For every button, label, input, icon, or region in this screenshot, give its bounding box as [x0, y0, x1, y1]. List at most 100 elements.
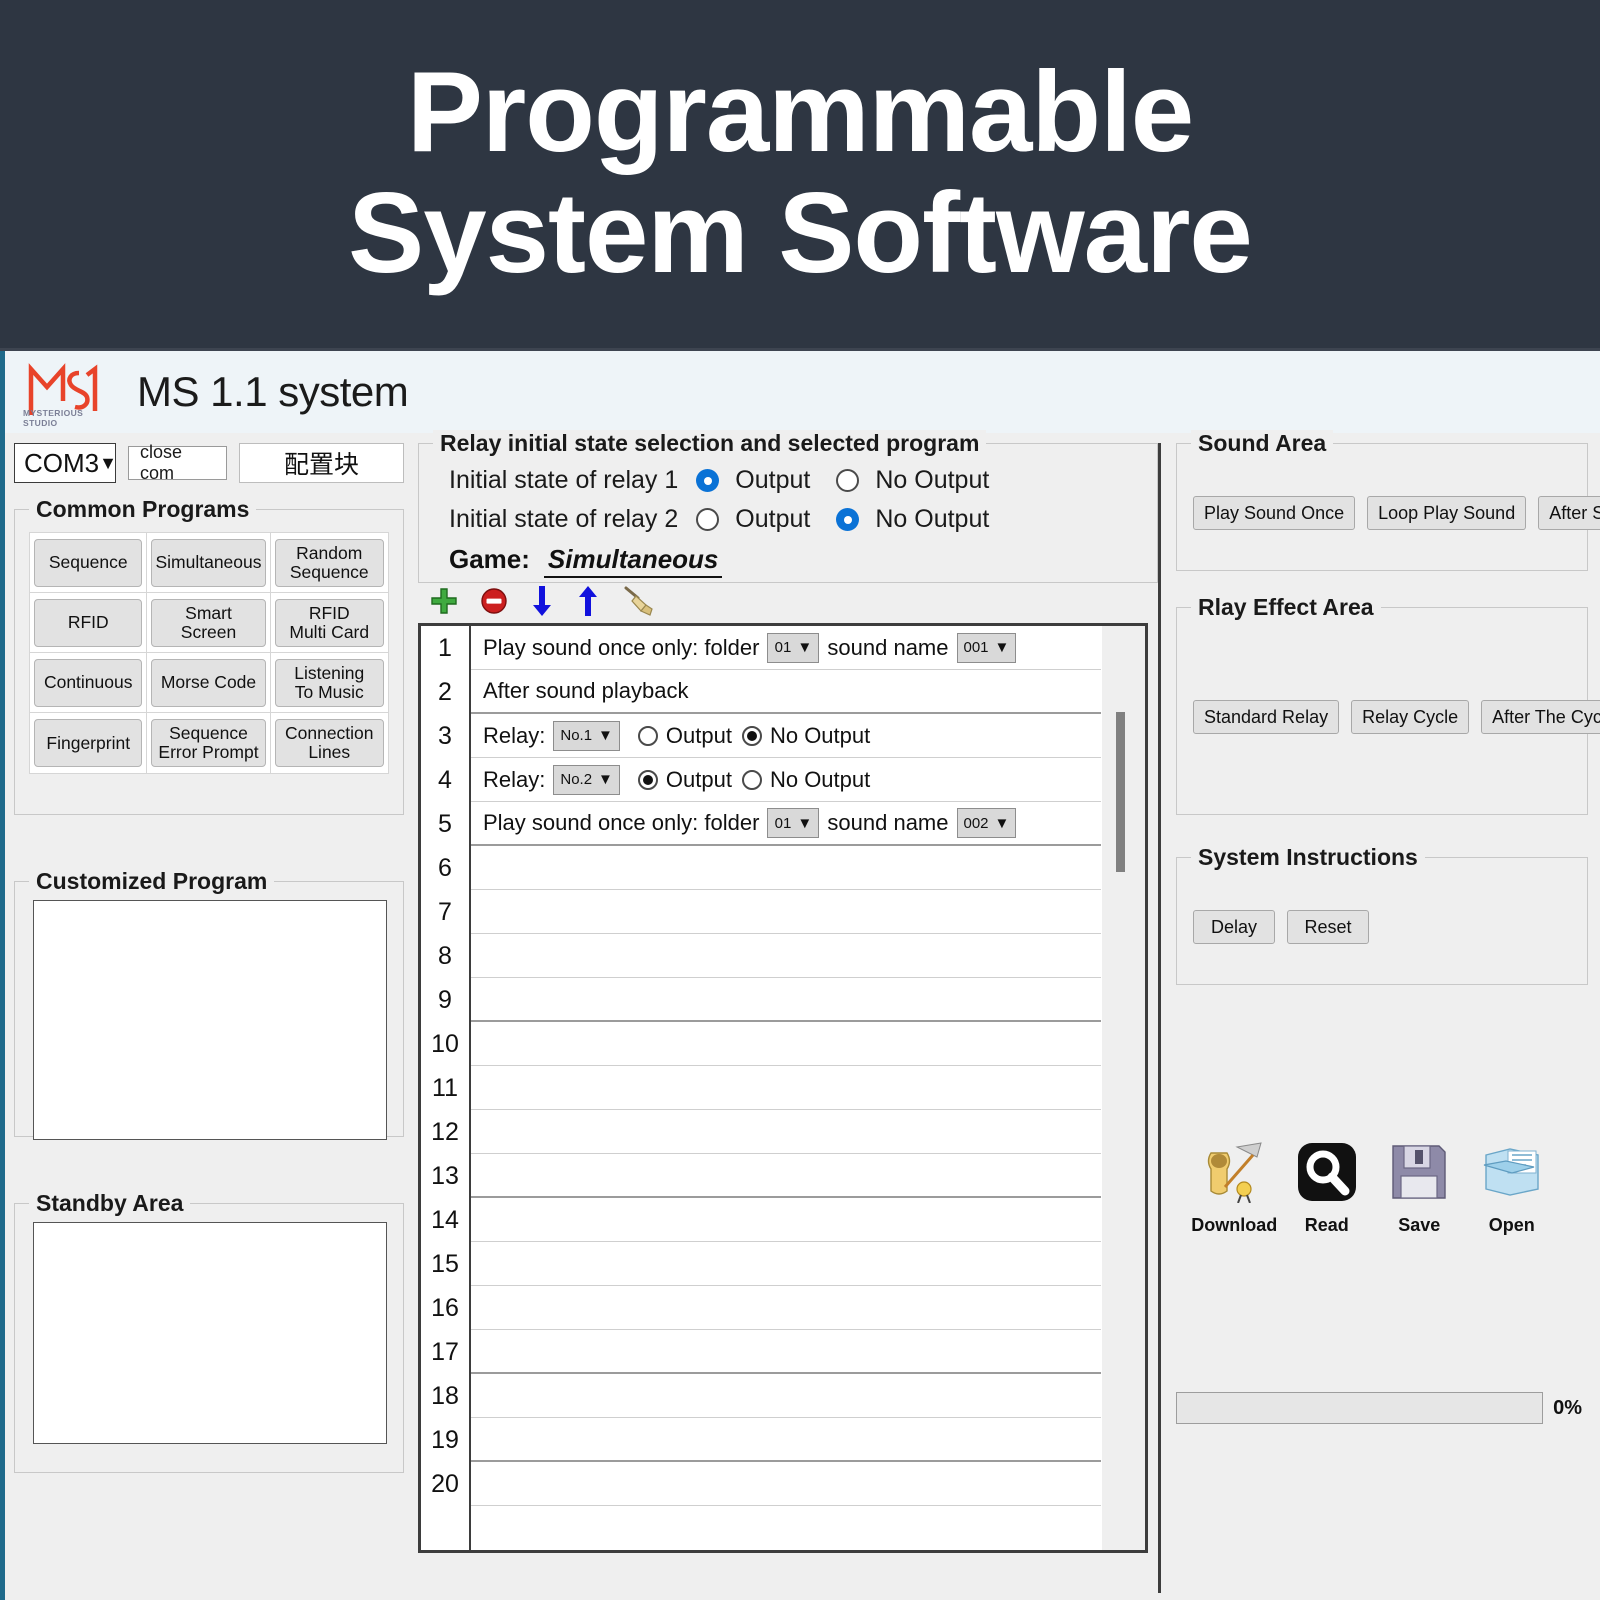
chevron-down-icon: ▼ — [797, 639, 813, 656]
chevron-down-icon: ▼ — [99, 452, 117, 473]
program-row-13[interactable] — [471, 1154, 1145, 1198]
row5-sound-select[interactable]: 002 ▼ — [956, 808, 1017, 838]
common-programs-group: Common Programs Sequence Simultaneous Ra… — [14, 496, 404, 815]
download-action[interactable]: Download — [1188, 1133, 1281, 1236]
arrow-down-icon[interactable] — [530, 585, 554, 622]
sound-area-group: Sound Area Play Sound Once Loop Play Sou… — [1176, 430, 1600, 571]
relay-state-title: Relay initial state selection and select… — [433, 430, 987, 457]
program-row-6[interactable] — [471, 846, 1145, 890]
row1-folder-select[interactable]: 01 ▼ — [767, 632, 820, 663]
save-label: Save — [1398, 1215, 1441, 1235]
remove-icon[interactable] — [480, 587, 508, 620]
program-row-16[interactable] — [471, 1286, 1145, 1330]
program-row-19[interactable] — [471, 1418, 1145, 1462]
program-row-12[interactable] — [471, 1110, 1145, 1154]
loop-play-sound-button[interactable]: Loop Play Sound — [1367, 496, 1527, 530]
program-button-rfid[interactable]: RFID — [34, 598, 143, 647]
program-row-4[interactable]: Relay: No.2 ▼ Output No Output — [471, 758, 1145, 802]
row4-output-radio[interactable] — [637, 769, 658, 790]
program-row-17[interactable] — [471, 1330, 1145, 1374]
program-row-18[interactable] — [471, 1374, 1145, 1418]
progress-bar — [1176, 1392, 1544, 1424]
program-row-14[interactable] — [471, 1198, 1145, 1242]
relay-initial-state-group: Relay initial state selection and select… — [418, 430, 1158, 583]
chevron-down-icon: ▼ — [598, 771, 613, 788]
reset-button[interactable]: Reset — [1287, 910, 1369, 944]
row4-output-label: Output — [665, 766, 732, 792]
program-cell: Listening To Music — [270, 653, 388, 713]
program-row-15[interactable] — [471, 1242, 1145, 1286]
row4-no-output-label: No Output — [769, 766, 871, 792]
program-button-continuous[interactable]: Continuous — [34, 658, 143, 707]
program-row-11[interactable] — [471, 1066, 1145, 1110]
program-button-connection-lines[interactable]: Connection Lines — [274, 719, 384, 767]
relay1-label: Initial state of relay 1 — [449, 466, 679, 494]
program-button-fingerprint[interactable]: Fingerprint — [34, 719, 143, 767]
row5-folder-select[interactable]: 01 ▼ — [767, 808, 820, 838]
program-button-sequence-error-prompt[interactable]: Sequence Error Prompt — [151, 719, 266, 767]
program-button-listening-to-music[interactable]: Listening To Music — [274, 658, 384, 707]
delay-button[interactable]: Delay — [1193, 910, 1275, 944]
standard-relay-button[interactable]: Standard Relay — [1193, 700, 1340, 734]
program-list[interactable]: 1 2 3 4 5 6 7 8 9 10 11 12 13 14 15 16 1… — [418, 623, 1148, 1553]
program-row-1[interactable]: Play sound once only: folder 01 ▼ sound … — [471, 626, 1145, 670]
relay2-no-output-radio[interactable] — [836, 508, 860, 531]
row-number-gutter: 1 2 3 4 5 6 7 8 9 10 11 12 13 14 15 16 1… — [421, 626, 471, 1550]
program-button-random-sequence[interactable]: Random Sequence — [274, 538, 384, 587]
row3-no-output-radio[interactable] — [741, 725, 762, 746]
after-the-cycle-relay-button[interactable]: After The Cycle Relay — [1481, 700, 1600, 734]
relay1-output-radio[interactable] — [696, 469, 720, 492]
system-instructions-buttons: Delay Reset — [1177, 910, 1587, 944]
program-cell: Continuous — [30, 653, 148, 713]
arrow-up-icon[interactable] — [576, 585, 600, 622]
config-block-button[interactable]: 配置块 — [239, 443, 404, 483]
standby-area-canvas[interactable] — [33, 1222, 387, 1444]
right-panel-divider — [1158, 443, 1161, 1593]
magnifier-icon — [1281, 1133, 1374, 1211]
relay2-output-radio[interactable] — [696, 508, 720, 531]
file-action-bar: Download Read Save Open — [1158, 1133, 1588, 1236]
program-row-8[interactable] — [471, 934, 1145, 978]
program-button-simultaneous[interactable]: Simultaneous — [151, 538, 266, 587]
program-button-rfid-multi-card[interactable]: RFID Multi Card — [274, 598, 384, 647]
read-action[interactable]: Read — [1281, 1133, 1374, 1236]
program-row-5[interactable]: Play sound once only: folder 01 ▼ sound … — [471, 802, 1145, 846]
row1-sound-select[interactable]: 001 ▼ — [956, 632, 1017, 663]
row-number: 14 — [431, 1205, 459, 1234]
program-button-smart-screen[interactable]: Smart Screen — [151, 598, 266, 647]
after-sound-play-button[interactable]: After Sound Play — [1538, 496, 1600, 530]
standby-area-title: Standby Area — [29, 1190, 191, 1217]
list-scrollbar[interactable] — [1101, 626, 1145, 1550]
row5-folder-value: 01 — [774, 814, 792, 832]
row3-output-radio[interactable] — [637, 725, 658, 746]
program-button-morse-code[interactable]: Morse Code — [151, 658, 266, 707]
program-rows: Play sound once only: folder 01 ▼ sound … — [471, 626, 1145, 1550]
program-row-10[interactable] — [471, 1022, 1145, 1066]
save-action[interactable]: Save — [1373, 1133, 1466, 1236]
customized-program-canvas[interactable] — [33, 900, 387, 1140]
relay-cycle-button[interactable]: Relay Cycle — [1351, 700, 1470, 734]
row-number: 18 — [431, 1381, 459, 1410]
program-button-sequence[interactable]: Sequence — [34, 538, 143, 587]
close-com-button[interactable]: close com — [128, 442, 228, 483]
program-row-9[interactable] — [471, 978, 1145, 1022]
row1-folder-value: 01 — [774, 639, 792, 656]
read-label: Read — [1304, 1215, 1349, 1235]
list-scrollbar-thumb[interactable] — [1116, 712, 1125, 872]
row4-relay-select[interactable]: No.2 ▼ — [553, 764, 620, 795]
broom-icon[interactable] — [622, 585, 656, 622]
add-icon[interactable] — [430, 587, 458, 620]
row-number: 11 — [432, 1073, 458, 1102]
program-row-7[interactable] — [471, 890, 1145, 934]
program-row-3[interactable]: Relay: No.1 ▼ Output No Output — [471, 714, 1145, 758]
row3-relay-select[interactable]: No.1 ▼ — [553, 720, 620, 751]
play-sound-once-button[interactable]: Play Sound Once — [1193, 496, 1356, 530]
relay1-no-output-radio[interactable] — [836, 469, 860, 492]
center-panel: Relay initial state selection and select… — [418, 430, 1158, 1593]
program-row-2[interactable]: After sound playback — [471, 670, 1145, 714]
com-port-select[interactable]: COM3 ▼ — [14, 443, 117, 483]
application-window: MYSTERIOUS STUDIO MS 1.1 system COM3 ▼ c… — [0, 348, 1600, 1600]
open-action[interactable]: Open — [1466, 1133, 1559, 1236]
row4-no-output-radio[interactable] — [741, 769, 762, 790]
program-row-20[interactable] — [471, 1462, 1145, 1506]
